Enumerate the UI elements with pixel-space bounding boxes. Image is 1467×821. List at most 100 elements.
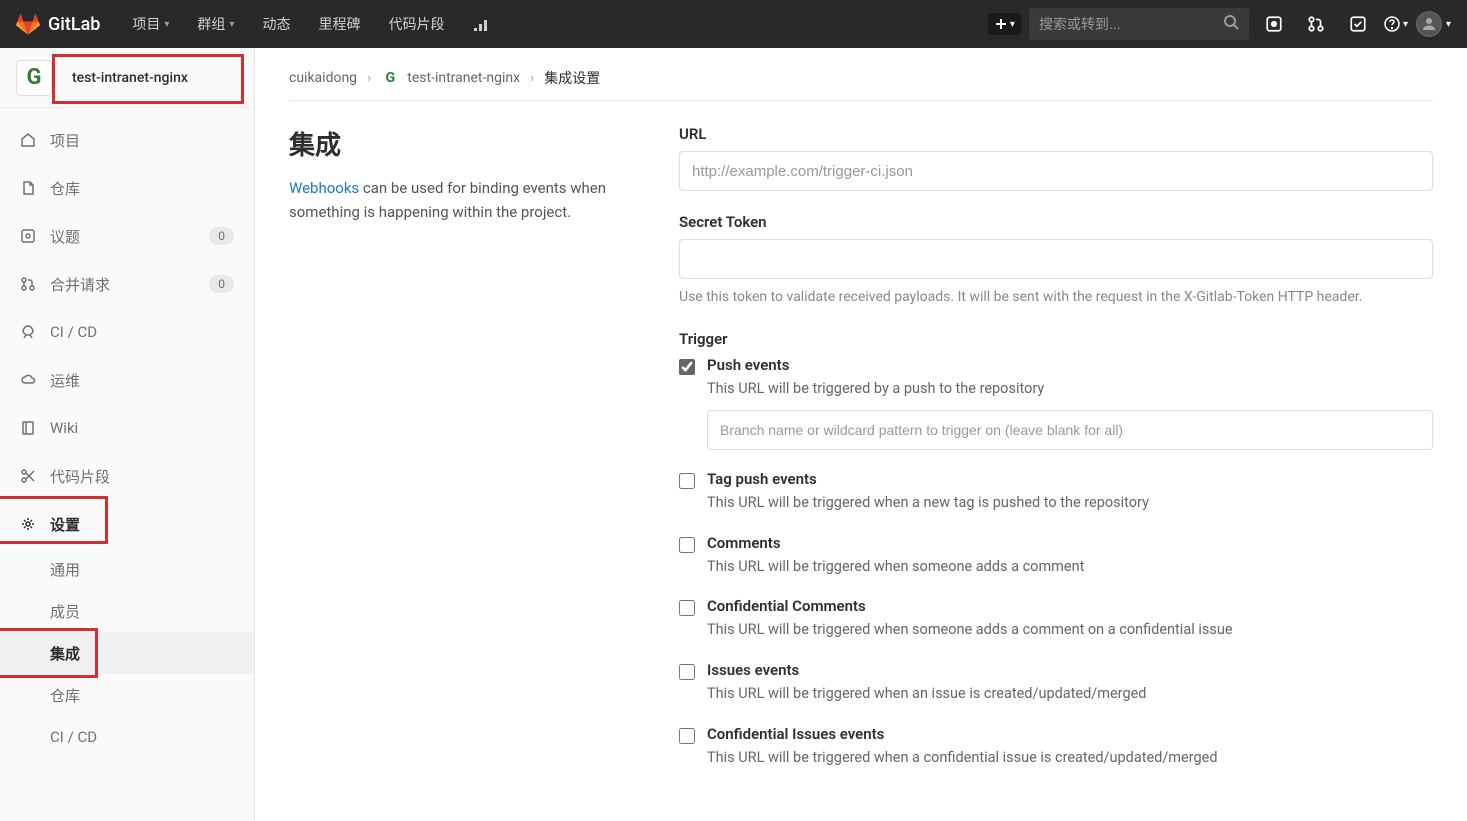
page-title: 集成	[289, 125, 639, 162]
trigger-checkbox[interactable]	[679, 537, 695, 553]
trigger-desc: This URL will be triggered when someone …	[707, 556, 1433, 578]
issues-icon	[20, 228, 36, 244]
chevron-down-icon: ▾	[1403, 19, 1408, 30]
sidebar-item-label: 仓库	[50, 178, 234, 199]
issues-icon[interactable]	[1257, 7, 1291, 41]
highlight-box	[0, 628, 98, 678]
sidebar-item-repository[interactable]: 仓库	[0, 164, 254, 212]
book-icon	[20, 420, 36, 436]
trigger-label: Trigger	[679, 330, 1433, 348]
breadcrumb: cuikaidong › G test-intranet-nginx › 集成设…	[289, 68, 1433, 101]
search-box[interactable]	[1029, 8, 1249, 40]
trigger-checkbox[interactable]	[679, 600, 695, 616]
sidebar-item-snippets[interactable]: 代码片段	[0, 452, 254, 500]
user-menu[interactable]: ▾	[1416, 11, 1451, 37]
intro-text: Webhooks can be used for binding events …	[289, 176, 639, 224]
chevron-down-icon: ▾	[1446, 19, 1451, 30]
chevron-right-icon: ›	[367, 70, 371, 86]
scissors-icon	[20, 468, 36, 484]
breadcrumb-current: 集成设置	[544, 68, 600, 88]
rocket-icon	[20, 324, 36, 340]
trigger-comments: Comments This URL will be triggered when…	[679, 534, 1433, 578]
plus-icon	[994, 17, 1008, 31]
sidebar-item-issues[interactable]: 议题 0	[0, 212, 254, 260]
trigger-checkbox[interactable]	[679, 664, 695, 680]
subnav-members[interactable]: 成员	[0, 590, 254, 632]
trigger-desc: This URL will be triggered when a new ta…	[707, 492, 1433, 514]
badge: 0	[209, 275, 234, 293]
search-icon[interactable]	[1223, 14, 1239, 34]
breadcrumb-project[interactable]: G test-intranet-nginx	[381, 69, 520, 87]
trigger-push-events: Push events This URL will be triggered b…	[679, 356, 1433, 450]
nav-items: 项目▾ 群组▾ 动态 里程碑 代码片段	[120, 6, 500, 42]
doc-icon	[20, 180, 36, 196]
help-icon	[1383, 15, 1401, 33]
new-dropdown[interactable]: ▾	[988, 13, 1021, 35]
breadcrumb-user[interactable]: cuikaidong	[289, 70, 357, 86]
nav-milestones[interactable]: 里程碑	[306, 6, 372, 42]
gitlab-icon	[16, 12, 40, 36]
chevron-down-icon: ▾	[164, 19, 169, 30]
home-icon	[20, 132, 36, 148]
secret-token-label: Secret Token	[679, 213, 1433, 231]
secret-token-input[interactable]	[679, 239, 1433, 279]
sidebar-item-settings[interactable]: 设置	[0, 500, 254, 548]
sidebar-item-project[interactable]: 项目	[0, 116, 254, 164]
trigger-checkbox[interactable]	[679, 473, 695, 489]
sidebar-item-wiki[interactable]: Wiki	[0, 404, 254, 452]
cloud-icon	[20, 372, 36, 388]
nav-activity[interactable]: 动态	[250, 6, 302, 42]
gitlab-brand: GitLab	[48, 14, 100, 35]
sidebar-item-label: Wiki	[50, 419, 234, 437]
url-label: URL	[679, 125, 1433, 143]
trigger-title: Push events	[707, 356, 1433, 374]
subnav-integrations[interactable]: 集成	[0, 632, 254, 674]
nav-more-icon[interactable]	[460, 8, 500, 40]
sidebar-item-label: 运维	[50, 370, 234, 391]
sidebar-item-label: 代码片段	[50, 466, 234, 487]
nav-projects[interactable]: 项目▾	[120, 6, 181, 42]
merge-request-icon	[20, 276, 36, 292]
subnav-repository[interactable]: 仓库	[0, 674, 254, 716]
sidebar: G test-intranet-nginx 项目 仓库 议题 0 合	[0, 48, 255, 821]
trigger-tag-push: Tag push events This URL will be trigger…	[679, 470, 1433, 514]
badge: 0	[209, 227, 234, 245]
project-header[interactable]: G test-intranet-nginx	[0, 48, 254, 108]
search-input[interactable]	[1039, 16, 1223, 32]
nav-snippets[interactable]: 代码片段	[376, 6, 456, 42]
help-dropdown[interactable]: ▾	[1383, 15, 1408, 33]
trigger-checkbox[interactable]	[679, 359, 695, 375]
gitlab-logo[interactable]: GitLab	[16, 12, 100, 36]
branch-filter-input[interactable]	[707, 410, 1433, 450]
sidebar-item-label: 议题	[50, 226, 195, 247]
subnav-general[interactable]: 通用	[0, 548, 254, 590]
chevron-down-icon: ▾	[229, 19, 234, 30]
merge-request-icon[interactable]	[1299, 7, 1333, 41]
main-content: cuikaidong › G test-intranet-nginx › 集成设…	[255, 48, 1467, 821]
sidebar-item-label: 设置	[50, 514, 234, 535]
sidebar-item-operations[interactable]: 运维	[0, 356, 254, 404]
trigger-title: Comments	[707, 534, 1433, 552]
topnav: GitLab 项目▾ 群组▾ 动态 里程碑 代码片段 ▾ ▾ ▾	[0, 0, 1467, 48]
secret-token-help: Use this token to validate received payl…	[679, 287, 1433, 308]
url-input[interactable]	[679, 151, 1433, 191]
project-name: test-intranet-nginx	[72, 70, 188, 86]
trigger-desc: This URL will be triggered when a confid…	[707, 747, 1433, 769]
todos-icon[interactable]	[1341, 7, 1375, 41]
trigger-desc: This URL will be triggered when an issue…	[707, 683, 1433, 705]
sidebar-nav: 项目 仓库 议题 0 合并请求 0 CI / CD 运维	[0, 108, 254, 766]
sidebar-item-merge-requests[interactable]: 合并请求 0	[0, 260, 254, 308]
trigger-issues-events: Issues events This URL will be triggered…	[679, 661, 1433, 705]
gear-icon	[20, 516, 36, 532]
trigger-checkbox[interactable]	[679, 728, 695, 744]
trigger-desc: This URL will be triggered by a push to …	[707, 378, 1433, 400]
sidebar-item-label: 合并请求	[50, 274, 195, 295]
sidebar-item-cicd[interactable]: CI / CD	[0, 308, 254, 356]
trigger-title: Issues events	[707, 661, 1433, 679]
project-avatar: G	[16, 60, 52, 96]
nav-groups[interactable]: 群组▾	[185, 6, 246, 42]
trigger-title: Confidential Comments	[707, 597, 1433, 615]
chevron-down-icon: ▾	[1010, 19, 1015, 30]
subnav-cicd[interactable]: CI / CD	[0, 716, 254, 758]
webhooks-link[interactable]: Webhooks	[289, 179, 359, 197]
